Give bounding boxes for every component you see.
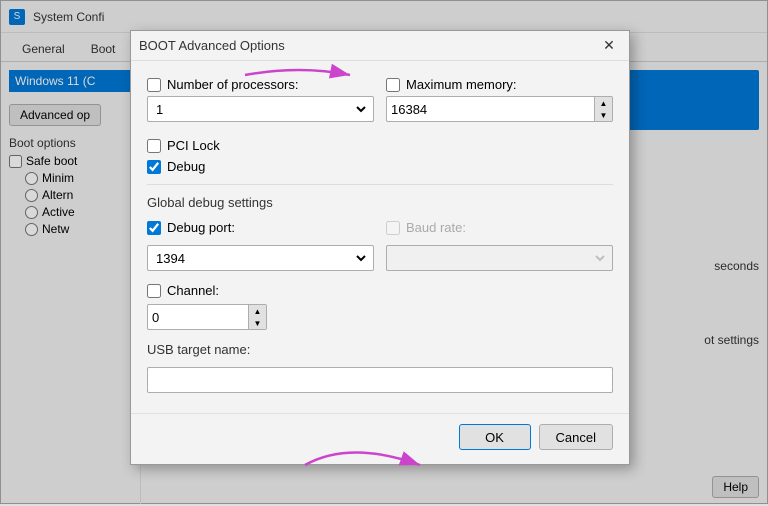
max-memory-label[interactable]: Maximum memory: [386,77,613,92]
baud-rate-label: Baud rate: [406,220,466,235]
num-processors-text: Number of processors: [167,77,299,92]
max-memory-group: Maximum memory: ▲ ▼ [386,77,613,122]
max-memory-input[interactable] [387,97,594,121]
channel-arrows: ▲ ▼ [248,305,266,329]
debug-port-checkbox[interactable] [147,221,161,235]
modal-body: Number of processors: 1 2 4 Maximum memo… [131,61,629,409]
top-grid: Number of processors: 1 2 4 Maximum memo… [147,77,613,122]
num-processors-group: Number of processors: 1 2 4 [147,77,374,122]
modal-close-button[interactable]: ✕ [597,34,621,58]
channel-row: Channel: [147,283,613,298]
debug-port-row: Debug port: [147,220,374,235]
channel-section: Channel: ▲ ▼ [147,283,613,330]
pci-lock-checkbox[interactable] [147,139,161,153]
usb-target-label: USB target name: [147,342,613,357]
debug-port-select-wrap: 1394 COM1 USB [147,245,374,271]
max-memory-text: Maximum memory: [406,77,517,92]
num-processors-checkbox[interactable] [147,78,161,92]
channel-down-button[interactable]: ▼ [249,317,266,329]
baud-rate-checkbox [386,221,400,235]
debug-row: Debug [147,159,613,174]
max-memory-up-button[interactable]: ▲ [595,97,612,109]
debug-settings-grid: Debug port: 1394 COM1 USB Baud rate: [147,220,613,271]
section-divider [147,184,613,185]
debug-port-select[interactable]: 1394 COM1 USB [152,250,369,267]
modal-dialog: BOOT Advanced Options ✕ Number of proces… [130,30,630,465]
channel-spinbox: ▲ ▼ [147,304,267,330]
num-processors-select[interactable]: 1 2 4 [152,101,369,118]
max-memory-down-button[interactable]: ▼ [595,109,612,121]
pci-lock-label: PCI Lock [167,138,220,153]
num-processors-select-wrap: 1 2 4 [147,96,374,122]
debug-port-group: Debug port: 1394 COM1 USB [147,220,374,271]
baud-rate-group: Baud rate: [386,220,613,271]
modal-footer: OK Cancel [131,413,629,464]
channel-up-button[interactable]: ▲ [249,305,266,317]
max-memory-spinbox: ▲ ▼ [386,96,613,122]
debug-checkbox[interactable] [147,160,161,174]
baud-rate-row: Baud rate: [386,220,613,235]
ok-button[interactable]: OK [459,424,531,450]
global-debug-title: Global debug settings [147,195,613,210]
max-memory-arrows: ▲ ▼ [594,97,612,121]
usb-target-input-wrap[interactable] [147,367,613,393]
max-memory-checkbox[interactable] [386,78,400,92]
pci-lock-row: PCI Lock [147,138,613,153]
modal-titlebar: BOOT Advanced Options ✕ [131,31,629,61]
channel-label: Channel: [167,283,219,298]
num-processors-label[interactable]: Number of processors: [147,77,374,92]
baud-rate-select [391,250,608,267]
modal-title: BOOT Advanced Options [139,38,285,53]
debug-port-label: Debug port: [167,220,235,235]
usb-target-section: USB target name: [147,342,613,393]
debug-label: Debug [167,159,205,174]
cancel-button[interactable]: Cancel [539,424,613,450]
channel-input[interactable] [148,305,248,329]
baud-rate-select-wrap [386,245,613,271]
channel-checkbox[interactable] [147,284,161,298]
